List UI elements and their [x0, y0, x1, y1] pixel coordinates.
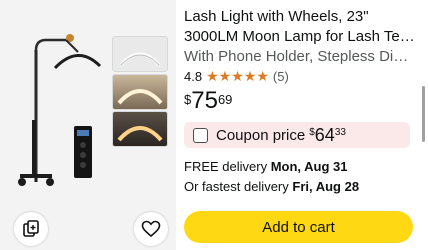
fastest-delivery: Or fastest delivery Fri, Aug 28: [184, 178, 359, 196]
coupon-price-fraction: 33: [334, 127, 346, 138]
rating-row[interactable]: 4.8 ★ ★ ★ ★ ★ (5): [184, 67, 289, 85]
compare-icon: [23, 220, 39, 237]
coupon-option[interactable]: Coupon price $ 64 33: [184, 122, 410, 148]
scrollbar[interactable]: [422, 86, 425, 142]
heart-icon: [141, 220, 161, 238]
price-whole: 75: [191, 87, 218, 114]
price-fraction: 69: [217, 92, 233, 107]
thumbnail-1[interactable]: [112, 36, 168, 72]
coupon-label: Coupon price: [216, 126, 306, 144]
product-title-line-3[interactable]: With Phone Holder, Stepless Dim...: [184, 46, 416, 68]
star-icon: ★: [243, 68, 257, 84]
product-title-line-2[interactable]: 3000LM Moon Lamp for Lash Tec...: [184, 26, 416, 48]
rating-value: 4.8: [184, 68, 203, 84]
wishlist-button[interactable]: [134, 212, 168, 246]
product-image-panel[interactable]: [0, 0, 176, 250]
star-icon: ★: [218, 68, 232, 84]
thumbnail-3[interactable]: [112, 111, 168, 147]
coupon-price-whole: 64: [314, 125, 335, 145]
star-icon: ★: [256, 68, 269, 84]
star-icon: ★: [231, 68, 244, 84]
star-rating: ★ ★ ★ ★ ★: [206, 69, 269, 83]
fastest-delivery-date: Fri, Aug 28: [292, 179, 360, 194]
coupon-checkbox[interactable]: [193, 127, 208, 143]
free-delivery-prefix: FREE delivery: [184, 159, 271, 174]
fastest-delivery-prefix: Or fastest delivery: [184, 179, 293, 194]
free-delivery-date: Mon, Aug 31: [270, 159, 348, 174]
review-count[interactable]: (5): [273, 69, 289, 84]
product-price: $ 75 69: [184, 88, 232, 118]
coupon-price: $ 64 33: [309, 126, 346, 144]
price-symbol: $: [184, 92, 192, 107]
product-title-line-1[interactable]: Lash Light with Wheels, 23": [184, 6, 416, 28]
product-card[interactable]: Lash Light with Wheels, 23" 3000LM Moon …: [0, 0, 428, 250]
free-delivery: FREE delivery Mon, Aug 31: [184, 158, 348, 176]
thumbnail-2[interactable]: [112, 74, 168, 110]
product-image[interactable]: [0, 0, 112, 205]
compare-button[interactable]: [14, 212, 48, 246]
add-to-cart-button[interactable]: Add to cart: [184, 211, 413, 243]
star-icon: ★: [206, 68, 219, 84]
